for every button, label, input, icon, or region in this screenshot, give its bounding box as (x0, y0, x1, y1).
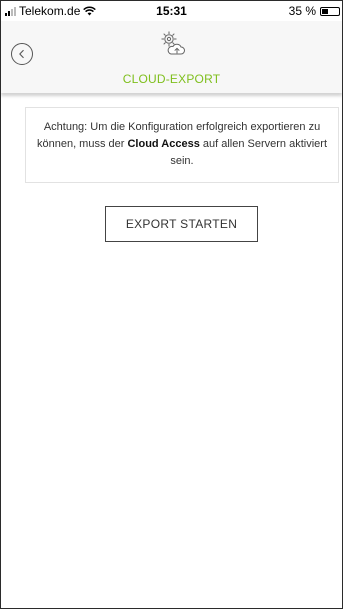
status-bar: Telekom.de 15:31 35 % (1, 1, 342, 21)
export-start-button[interactable]: EXPORT STARTEN (105, 206, 258, 242)
battery-icon (320, 6, 340, 16)
header-bar: CLOUD-EXPORT (1, 21, 342, 93)
battery-fill (322, 8, 328, 14)
app-screen: Telekom.de 15:31 35 % CLOUD-EXPORT Achtu… (0, 0, 343, 609)
battery-percent: 35 % (288, 4, 316, 18)
warning-notice: Achtung: Um die Konfiguration erfolgreic… (25, 107, 339, 183)
back-button[interactable] (11, 43, 33, 65)
cloud-gear-icon (161, 31, 185, 55)
chevron-left-icon (19, 49, 24, 59)
status-right: 35 % (289, 4, 340, 18)
page-title: CLOUD-EXPORT (122, 72, 221, 86)
notice-text-bold: Cloud Access (127, 138, 200, 150)
